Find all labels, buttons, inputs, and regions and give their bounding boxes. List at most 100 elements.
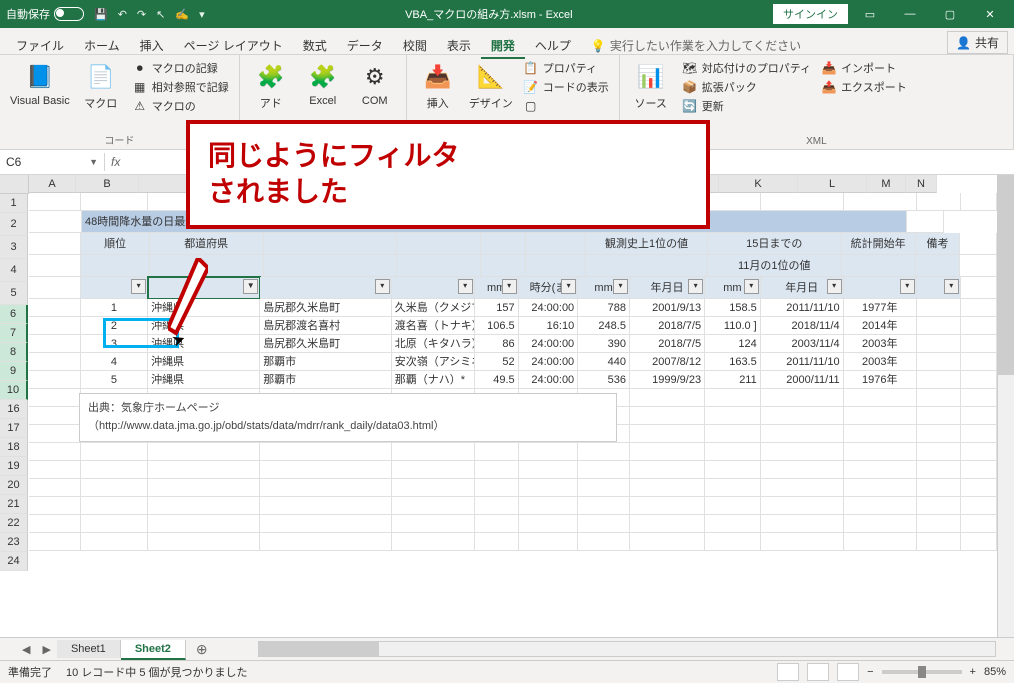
cell[interactable] — [917, 317, 961, 335]
cell[interactable]: 1976年 — [844, 371, 917, 389]
cell[interactable]: 統計開始年 — [842, 233, 916, 255]
cell[interactable] — [29, 389, 81, 407]
cell[interactable] — [917, 443, 961, 461]
cell[interactable]: ▾ — [260, 277, 392, 299]
cell[interactable] — [29, 407, 81, 425]
cell[interactable] — [148, 461, 260, 479]
row-header-1[interactable]: 1 — [0, 194, 28, 213]
cell[interactable] — [81, 193, 148, 211]
cell[interactable]: 北原（キタハラ） — [392, 335, 475, 353]
cell[interactable] — [705, 461, 761, 479]
cell[interactable] — [519, 533, 579, 551]
cell[interactable] — [481, 255, 526, 277]
row-header-23[interactable]: 23 — [0, 533, 28, 552]
sheet-tab-Sheet1[interactable]: Sheet1 — [57, 640, 121, 658]
filter-dropdown-icon[interactable]: ▾ — [502, 279, 517, 294]
cell[interactable] — [761, 497, 844, 515]
cell[interactable] — [917, 371, 961, 389]
cell[interactable]: ▾ — [81, 277, 148, 299]
ribbon-tab-7[interactable]: 表示 — [437, 35, 481, 57]
cell[interactable]: 備考 — [916, 233, 961, 255]
col-header-B[interactable]: B — [76, 175, 139, 193]
cell[interactable]: 163.5 — [705, 353, 761, 371]
cell[interactable]: ▾ — [917, 277, 961, 299]
cell[interactable] — [961, 443, 997, 461]
cell[interactable] — [705, 443, 761, 461]
normal-view-button[interactable] — [777, 663, 799, 681]
cell[interactable] — [475, 533, 519, 551]
cell[interactable] — [761, 443, 844, 461]
cell[interactable]: 49.5 — [475, 371, 519, 389]
cell[interactable]: 4 — [81, 353, 148, 371]
row-header-22[interactable]: 22 — [0, 514, 28, 533]
cell[interactable] — [519, 497, 579, 515]
cell[interactable]: 2000/11/11 — [761, 371, 844, 389]
cell[interactable]: 11月の1位の値 — [708, 255, 842, 277]
horizontal-scrollbar[interactable] — [258, 641, 996, 657]
cell[interactable] — [630, 407, 705, 425]
cell[interactable] — [960, 233, 997, 255]
vertical-scrollbar[interactable] — [997, 175, 1014, 637]
cell[interactable]: 那覇市 — [260, 353, 392, 371]
cell[interactable] — [705, 389, 761, 407]
cell[interactable]: 2 — [81, 317, 148, 335]
macros-button[interactable]: 📄 マクロ — [78, 59, 124, 113]
cell[interactable] — [917, 193, 961, 211]
cell[interactable] — [519, 479, 579, 497]
zoom-level[interactable]: 85% — [984, 666, 1006, 678]
cell[interactable] — [578, 479, 630, 497]
col-header-N[interactable]: N — [906, 175, 937, 193]
add-sheet-button[interactable]: ⊕ — [186, 641, 218, 658]
sheet-tab-Sheet2[interactable]: Sheet2 — [121, 640, 186, 660]
cell[interactable] — [705, 533, 761, 551]
refresh-button[interactable]: 🔄更新 — [680, 97, 813, 115]
properties-button[interactable]: 📋プロパティ — [521, 59, 611, 77]
cell[interactable] — [630, 425, 705, 443]
ribbon-tab-4[interactable]: 数式 — [293, 35, 337, 57]
cell[interactable] — [630, 389, 705, 407]
excel-addins-button[interactable]: 🧩Excel — [300, 59, 346, 109]
cell[interactable]: 52 — [475, 353, 519, 371]
cell[interactable] — [761, 461, 844, 479]
cell[interactable] — [761, 407, 844, 425]
cell[interactable] — [961, 515, 997, 533]
cell[interactable] — [907, 211, 944, 233]
cell[interactable] — [392, 461, 475, 479]
cell[interactable]: mm▾ — [475, 277, 519, 299]
cell[interactable] — [260, 443, 392, 461]
cell[interactable] — [961, 299, 997, 317]
row-header-18[interactable]: 18 — [0, 438, 28, 457]
cell[interactable]: 安次嶺（アシミネ） — [392, 353, 475, 371]
cell[interactable] — [260, 497, 392, 515]
filter-dropdown-icon[interactable]: ▾ — [561, 279, 576, 294]
cell[interactable]: 1999/9/23 — [630, 371, 705, 389]
cell[interactable]: 158.5 — [705, 299, 761, 317]
cell[interactable]: 久米島（クメジマ）* — [392, 299, 475, 317]
page-break-view-button[interactable] — [837, 663, 859, 681]
cell[interactable] — [961, 193, 997, 211]
cell[interactable]: 86 — [475, 335, 519, 353]
filter-dropdown-icon[interactable]: ▾ — [827, 279, 842, 294]
cell[interactable] — [961, 335, 997, 353]
maximize-icon[interactable]: ▢ — [932, 0, 968, 28]
cell[interactable]: 那覇市 — [260, 371, 392, 389]
vscroll-thumb[interactable] — [998, 175, 1014, 375]
cell[interactable] — [260, 461, 392, 479]
cursor-icon[interactable]: ↖ — [156, 8, 165, 21]
cell[interactable] — [519, 515, 579, 533]
cell[interactable] — [578, 515, 630, 533]
cell[interactable]: 211 — [705, 371, 761, 389]
cell[interactable] — [260, 515, 392, 533]
cell[interactable]: 都道府県 — [150, 233, 264, 255]
cell[interactable] — [260, 533, 392, 551]
cell[interactable]: 2003/11/4 — [761, 335, 844, 353]
cell[interactable] — [519, 461, 579, 479]
cell[interactable] — [842, 255, 916, 277]
grid-body[interactable]: 48時間降水量の日最大値順位都道府県観測史上1位の値15日までの統計開始年備考1… — [29, 193, 997, 551]
cell[interactable] — [961, 497, 997, 515]
row-header-4[interactable]: 4 — [0, 259, 28, 282]
cell[interactable]: 1977年 — [844, 299, 917, 317]
cell[interactable]: ▾ — [392, 277, 475, 299]
cell[interactable]: 沖縄県 — [148, 371, 260, 389]
cell[interactable]: 島尻郡久米島町 — [260, 299, 392, 317]
